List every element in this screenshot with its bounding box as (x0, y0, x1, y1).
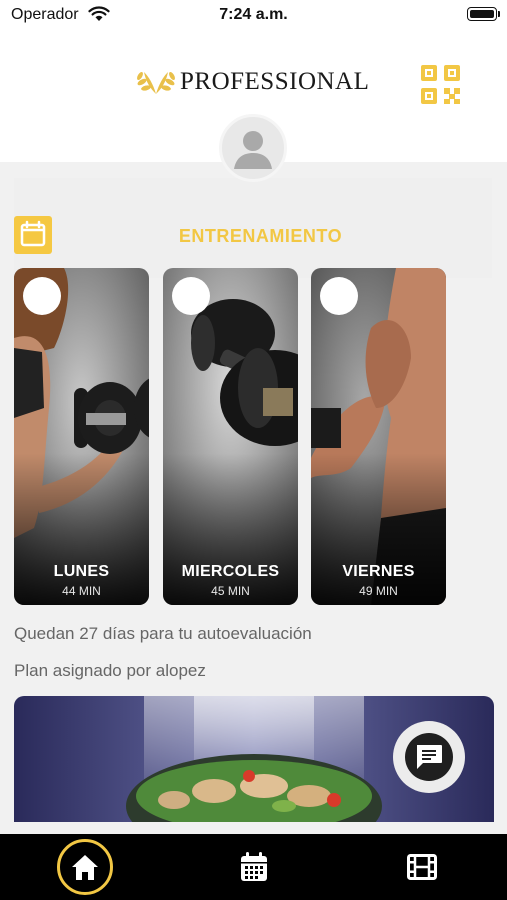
workout-card-lunes[interactable]: LUNES 44 MIN (14, 268, 149, 605)
workout-card-miercoles[interactable]: MIERCOLES 45 MIN (163, 268, 298, 605)
logo-text: PROFESSIONAL (180, 68, 370, 95)
card-day: MIERCOLES (181, 563, 280, 580)
card-duration: 44 MIN (62, 584, 101, 598)
qr-code-icon[interactable] (421, 65, 460, 104)
card-checkbox[interactable] (23, 277, 61, 315)
workout-card-viernes[interactable]: VIERNES 49 MIN (311, 268, 446, 605)
laurel-icon (137, 71, 175, 94)
home-active-ring (57, 839, 113, 895)
card-duration: 45 MIN (211, 584, 250, 598)
tab-home[interactable] (54, 834, 116, 900)
calendar-grid-icon (241, 852, 267, 881)
avatar[interactable] (219, 114, 287, 182)
section-title: ENTRENAMIENTO (178, 226, 343, 246)
tab-bar (0, 834, 507, 900)
battery-tip (498, 11, 500, 17)
card-checkbox[interactable] (320, 277, 358, 315)
brand-logo: PROFESSIONAL (136, 62, 369, 102)
clock: 7:24 a.m. (219, 6, 288, 23)
card-checkbox[interactable] (172, 277, 210, 315)
assigned-by-text[interactable]: Plan asignado por alopez (14, 661, 206, 681)
workout-image-man-curl (311, 268, 446, 605)
user-avatar-icon (234, 131, 272, 169)
workout-image-dumbbells (163, 268, 298, 605)
card-day: LUNES (53, 563, 110, 580)
battery-icon (467, 7, 497, 21)
tab-calendar[interactable] (225, 834, 283, 900)
chat-icon (405, 733, 453, 781)
tab-videos[interactable] (393, 834, 451, 900)
status-bar: Operador 7:24 a.m. (0, 0, 507, 34)
card-day: VIERNES (342, 563, 415, 580)
workout-image-woman-dumbbell (14, 268, 149, 605)
self-evaluation-text: Quedan 27 días para tu autoevaluación (14, 624, 312, 643)
card-duration: 49 MIN (359, 584, 398, 598)
home-icon (72, 855, 98, 880)
chat-button[interactable] (393, 721, 465, 793)
film-icon (407, 854, 437, 880)
